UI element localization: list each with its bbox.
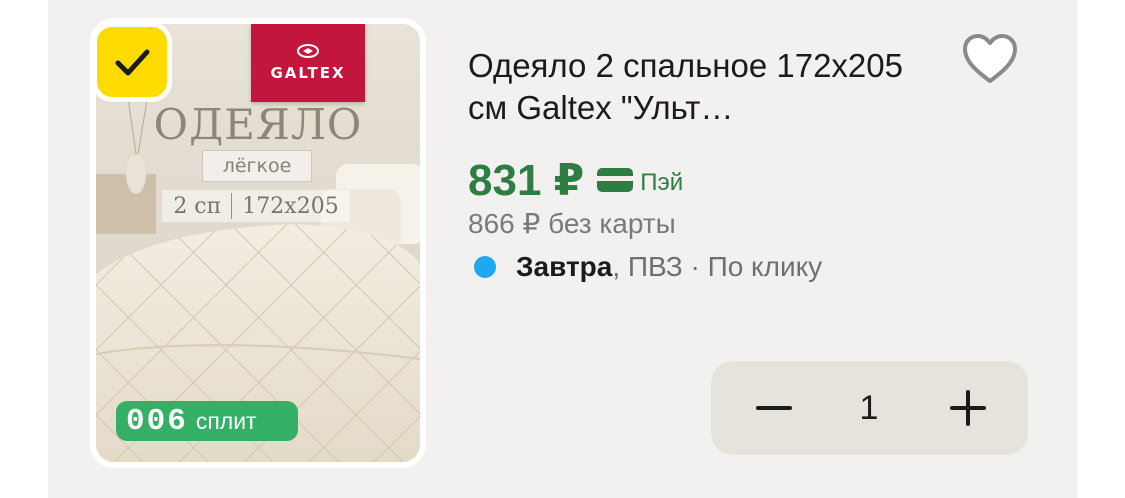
- product-title[interactable]: Одеяло 2 спальное 172х205 см Galtex "Уль…: [468, 45, 938, 129]
- brand-tag: GALTEX: [251, 24, 365, 102]
- card-icon: [597, 168, 634, 192]
- quantity-stepper[interactable]: 1: [711, 361, 1028, 455]
- select-checkbox[interactable]: [92, 22, 172, 102]
- split-badge: 006 сплит: [116, 401, 298, 441]
- delivery-status-dot: [474, 256, 496, 278]
- brand-name: GALTEX: [270, 64, 346, 82]
- pay-label: Пэй: [640, 169, 684, 196]
- price: 831 ₽: [468, 155, 585, 205]
- delivery-info: Завтра , ПВЗ · По клику: [474, 251, 822, 283]
- minus-icon: [756, 406, 792, 410]
- delivery-details: , ПВЗ · По клику: [612, 251, 823, 282]
- brand-logo-icon: [297, 44, 319, 58]
- image-product-type: ОДЕЯЛО: [153, 100, 363, 149]
- price-row: 831 ₽ Пэй: [468, 152, 683, 208]
- plus-icon: [950, 390, 986, 426]
- decrease-quantity-button[interactable]: [727, 361, 821, 455]
- image-weight-label: лёгкое: [202, 150, 312, 182]
- image-size-dims: 172х205: [242, 193, 339, 219]
- size-separator: [231, 193, 233, 219]
- checkmark-icon: [115, 49, 150, 76]
- quantity-value: 1: [859, 388, 879, 427]
- heart-outline-icon: [963, 34, 1017, 83]
- image-size-beds: 2 сп: [173, 193, 222, 219]
- favorite-button[interactable]: [958, 30, 1022, 88]
- price-without-card: 866 ₽ без карты: [468, 208, 676, 239]
- split-label: сплит: [195, 407, 257, 434]
- split-logo: 006: [126, 403, 188, 439]
- increase-quantity-button[interactable]: [921, 361, 1015, 455]
- image-size-label: 2 сп 172х205: [162, 190, 350, 222]
- delivery-day: Завтра: [516, 251, 613, 282]
